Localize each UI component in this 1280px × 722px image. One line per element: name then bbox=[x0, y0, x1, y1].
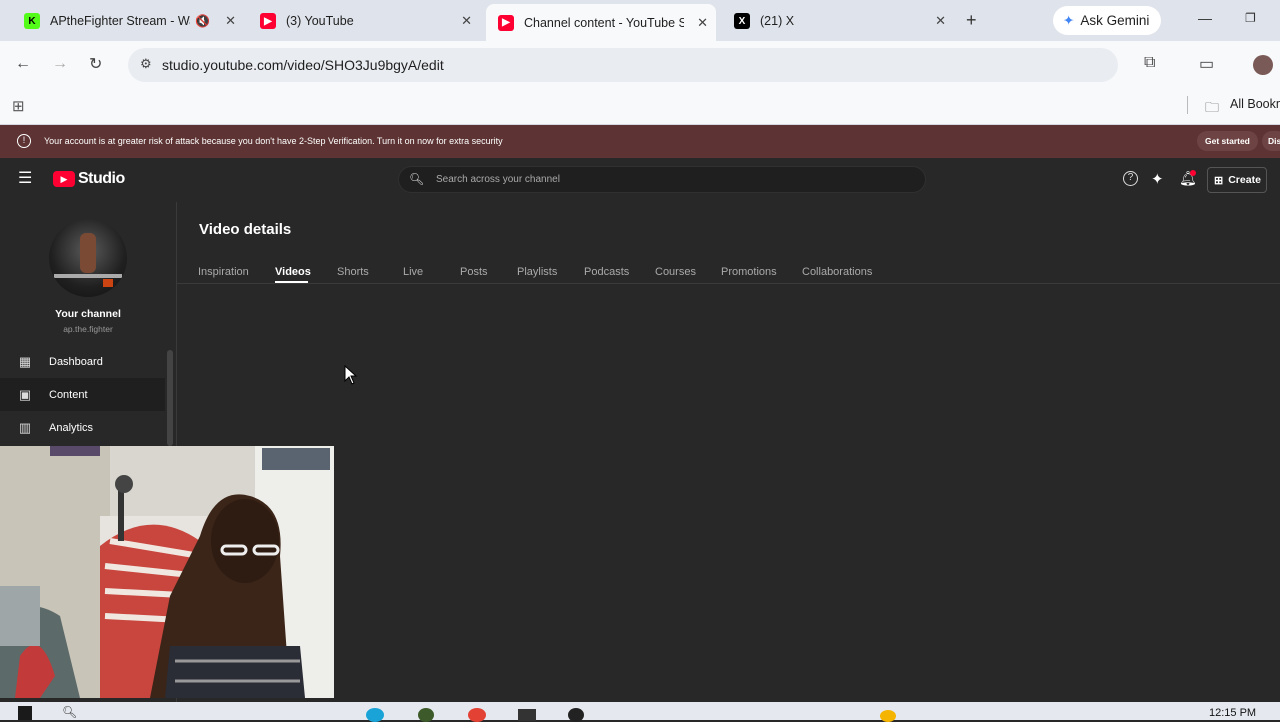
tab-podcasts[interactable]: Podcasts bbox=[584, 266, 629, 278]
back-icon[interactable]: ← bbox=[15, 55, 31, 73]
browser-tab-strip: K APtheFighter Stream - Wa 🔇 ✕ ▶ (3) You… bbox=[0, 0, 1280, 41]
close-icon[interactable]: ✕ bbox=[225, 13, 236, 29]
kick-icon: K bbox=[24, 13, 40, 29]
ask-gemini-button[interactable]: ✦ Ask Gemini bbox=[1053, 6, 1161, 35]
webcam-feed-image bbox=[0, 446, 334, 698]
page-title: Video details bbox=[199, 221, 292, 238]
search-icon: 🔍︎ bbox=[409, 172, 425, 186]
hamburger-menu-icon[interactable]: ☰ bbox=[18, 171, 32, 187]
sidebar-item-label: Content bbox=[49, 388, 88, 401]
studio-logo[interactable]: ▶ Studio bbox=[53, 170, 125, 188]
url-text[interactable]: studio.youtube.com/video/SHO3Ju9bgyA/edi… bbox=[162, 57, 444, 73]
channel-search[interactable]: 🔍︎ Search across your channel bbox=[398, 166, 926, 193]
browser-tab-studio[interactable]: ▶ Channel content - YouTube St ✕ bbox=[486, 4, 716, 41]
browser-tab-youtube[interactable]: ▶ (3) YouTube ✕ bbox=[248, 6, 480, 36]
site-info-icon[interactable]: ⚙ bbox=[140, 56, 152, 72]
search-placeholder[interactable]: Search across your channel bbox=[436, 174, 560, 185]
tab-inspiration[interactable]: Inspiration bbox=[198, 266, 249, 278]
windows-taskbar: 🔍︎ 12:15 PM bbox=[0, 702, 1280, 722]
browser-tab-kick[interactable]: K APtheFighter Stream - Wa 🔇 ✕ bbox=[12, 6, 244, 36]
tab-divider bbox=[177, 283, 1280, 284]
tab-collaborations[interactable]: Collaborations bbox=[802, 266, 872, 278]
sidebar-item-label: Analytics bbox=[49, 421, 94, 434]
channel-handle: ap.the.fighter bbox=[63, 324, 113, 334]
sparkle-icon[interactable]: ✦ bbox=[1151, 170, 1164, 188]
weather-icon bbox=[880, 710, 896, 722]
create-video-icon: ⊞ bbox=[1214, 174, 1224, 187]
all-bookmarks-link[interactable]: All Bookm bbox=[1230, 97, 1280, 111]
tab-title: Channel content - YouTube St bbox=[524, 15, 684, 30]
main-content: Video details bbox=[176, 202, 1280, 720]
banner-message: Your account is at greater risk of attac… bbox=[44, 136, 503, 146]
tab-courses[interactable]: Courses bbox=[655, 266, 696, 278]
gemini-icon: ✦ bbox=[1063, 12, 1075, 28]
divider bbox=[1187, 96, 1188, 114]
profile-avatar[interactable] bbox=[1253, 55, 1273, 75]
youtube-logo-icon: ▶ bbox=[53, 171, 75, 187]
tab-posts[interactable]: Posts bbox=[460, 266, 488, 278]
youtube-icon: ▶ bbox=[260, 13, 276, 29]
tab-playlists[interactable]: Playlists bbox=[517, 266, 557, 278]
new-tab-button[interactable]: + bbox=[966, 10, 977, 31]
close-icon[interactable]: ✕ bbox=[697, 15, 708, 31]
create-button[interactable]: ⊞ Create bbox=[1207, 167, 1267, 193]
tab-live[interactable]: Live bbox=[403, 266, 423, 278]
content-icon: ▣ bbox=[18, 386, 32, 402]
ask-gemini-label: Ask Gemini bbox=[1080, 13, 1150, 28]
close-icon[interactable]: ✕ bbox=[461, 13, 472, 29]
forward-icon[interactable]: → bbox=[52, 55, 68, 73]
sidebar-item-analytics[interactable]: ▥ Analytics bbox=[0, 411, 165, 444]
create-label: Create bbox=[1228, 174, 1261, 186]
tab-shorts[interactable]: Shorts bbox=[337, 266, 369, 278]
channel-avatar[interactable] bbox=[49, 219, 127, 297]
restore-icon[interactable]: ❐ bbox=[1245, 11, 1256, 25]
sidebar-item-label: Dashboard bbox=[49, 355, 103, 368]
dismiss-button[interactable]: Dis bbox=[1262, 131, 1280, 151]
extensions-icon[interactable]: ⧉ bbox=[1144, 54, 1155, 72]
tab-title: (21) X bbox=[760, 14, 795, 28]
analytics-icon: ▥ bbox=[18, 419, 32, 435]
bookmarks-bar: ⊞ 🗀 All Bookm bbox=[0, 88, 1280, 125]
notification-dot bbox=[1190, 170, 1196, 176]
security-warning-banner: ! Your account is at greater risk of att… bbox=[0, 125, 1280, 158]
youtube-icon: ▶ bbox=[498, 14, 514, 31]
taskbar-clock[interactable]: 12:15 PM bbox=[1209, 707, 1256, 719]
sidebar-scrollbar[interactable] bbox=[167, 350, 173, 446]
minimize-icon[interactable]: — bbox=[1198, 10, 1212, 26]
active-tab-indicator bbox=[275, 281, 308, 283]
address-bar[interactable]: ⚙ studio.youtube.com/video/SHO3Ju9bgyA/e… bbox=[128, 48, 1118, 82]
x-logo-icon: X bbox=[734, 13, 750, 29]
apps-icon[interactable]: ⊞ bbox=[12, 97, 25, 115]
tab-title: (3) YouTube bbox=[286, 14, 354, 28]
studio-logo-text: Studio bbox=[78, 170, 125, 187]
files-icon[interactable] bbox=[518, 709, 536, 721]
browser-tab-x[interactable]: X (21) X ✕ bbox=[722, 6, 954, 36]
tab-promotions[interactable]: Promotions bbox=[721, 266, 777, 278]
warning-icon: ! bbox=[17, 134, 31, 148]
close-icon[interactable]: ✕ bbox=[935, 13, 946, 29]
tab-videos[interactable]: Videos bbox=[275, 266, 311, 278]
folder-icon: 🗀 bbox=[1205, 99, 1219, 115]
get-started-button[interactable]: Get started bbox=[1197, 131, 1258, 151]
dashboard-icon: ▦ bbox=[18, 353, 32, 369]
windows-start-icon[interactable] bbox=[18, 706, 32, 720]
taskbar-search-icon[interactable]: 🔍︎ bbox=[62, 705, 77, 719]
sidebar-item-content[interactable]: ▣ Content bbox=[0, 378, 165, 411]
muted-icon[interactable]: 🔇 bbox=[195, 14, 210, 28]
reload-icon[interactable]: ↻ bbox=[89, 54, 102, 74]
tab-title: APtheFighter Stream - Wa bbox=[50, 14, 190, 28]
webcam-overlay bbox=[0, 446, 334, 698]
help-icon[interactable]: ? bbox=[1123, 171, 1138, 186]
mouse-cursor-icon bbox=[344, 365, 358, 385]
channel-name-label: Your channel bbox=[55, 308, 121, 320]
cast-icon[interactable]: ▭ bbox=[1199, 54, 1214, 74]
sidebar-item-dashboard[interactable]: ▦ Dashboard bbox=[0, 345, 165, 378]
